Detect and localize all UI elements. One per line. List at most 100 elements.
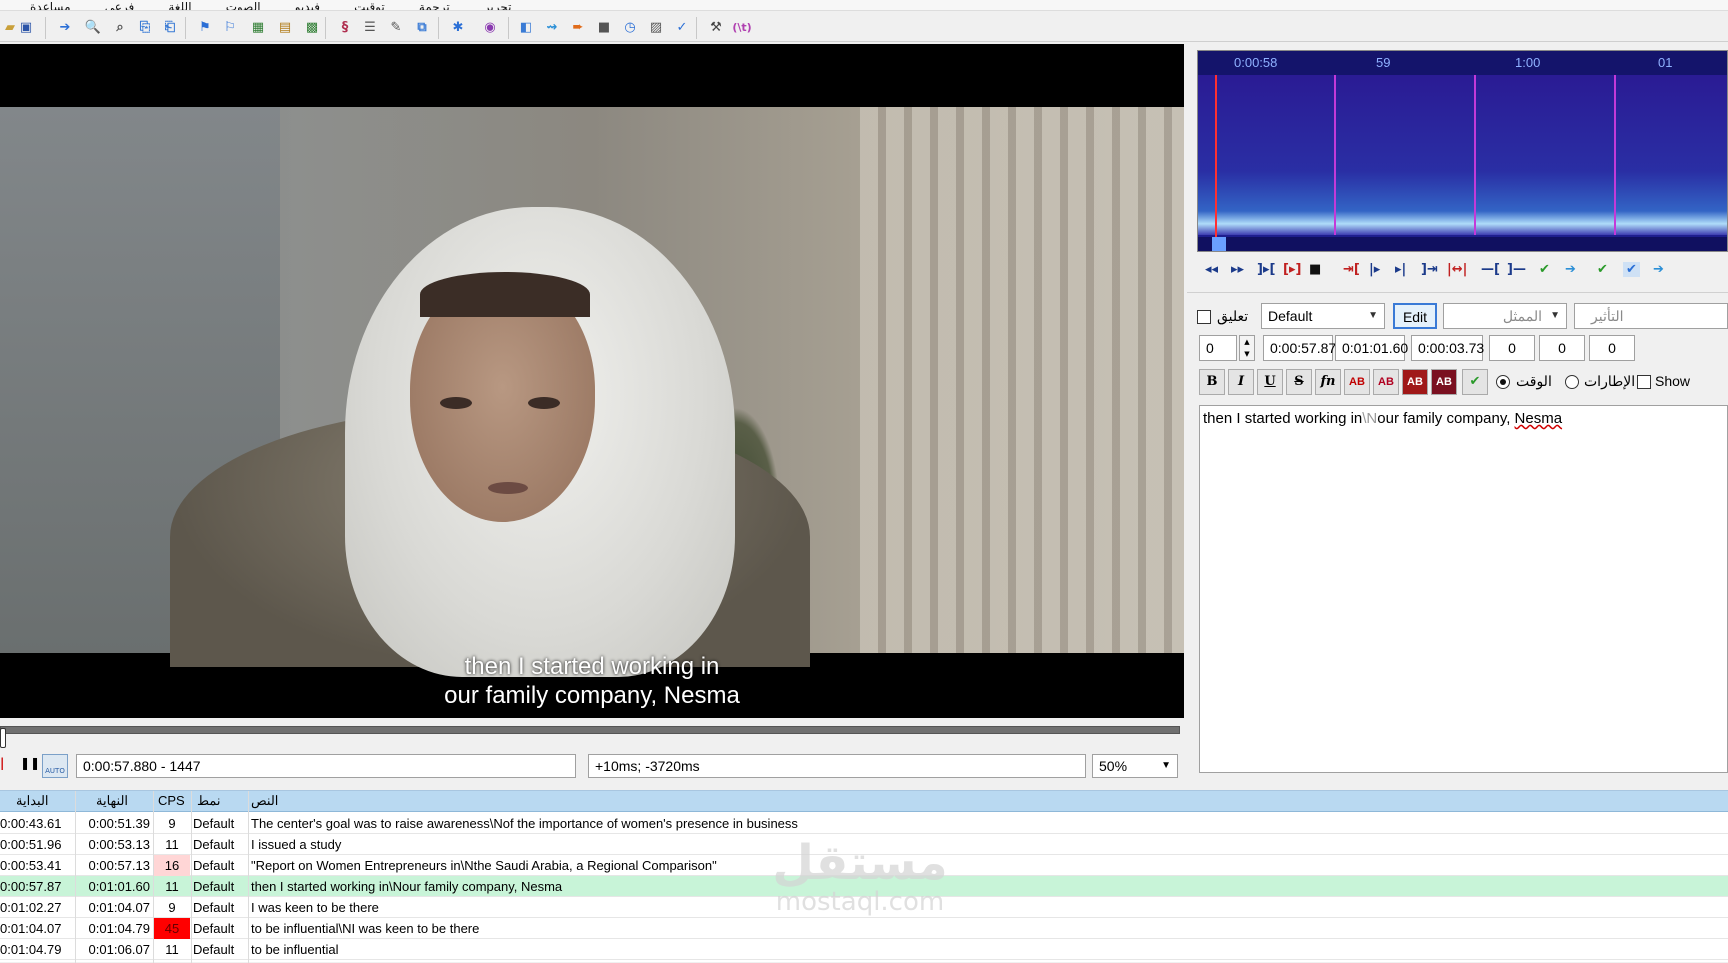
flag-down-icon[interactable]: ⚐: [220, 17, 240, 37]
menu-audio[interactable]: الصوت: [226, 1, 261, 10]
cell-end: 0:01:06.07: [88, 942, 150, 957]
seek-handle[interactable]: [0, 728, 6, 748]
table-icon[interactable]: ▩: [302, 17, 322, 37]
audio-scroll-thumb[interactable]: [1212, 237, 1226, 251]
audio-spectrum[interactable]: 0:00:58 59 1:00 01: [1197, 50, 1728, 252]
actor-select[interactable]: الممثل ▼: [1443, 303, 1567, 329]
find-icon[interactable]: 🔍: [83, 17, 103, 37]
zoom-select[interactable]: 50% ▼: [1092, 754, 1178, 778]
margin-right-input[interactable]: 0: [1539, 335, 1585, 361]
bold-button[interactable]: B: [1199, 369, 1225, 395]
flag-icon[interactable]: ⚑: [195, 17, 215, 37]
menu-help[interactable]: مساعدة: [30, 1, 71, 10]
pencil-icon[interactable]: ✎: [386, 17, 406, 37]
strikeout-button[interactable]: S: [1286, 369, 1312, 395]
video-time-display[interactable]: 0:00:57.880 - 1447: [76, 754, 576, 778]
go-to-icon[interactable]: ➔: [1565, 262, 1576, 277]
secondary-color-button[interactable]: AB: [1373, 369, 1399, 395]
edit-style-button[interactable]: Edit: [1393, 303, 1437, 329]
seek-bar[interactable]: [0, 726, 1180, 734]
lead-out-icon[interactable]: ]—: [1507, 262, 1526, 277]
outline-color-button[interactable]: AB: [1402, 369, 1428, 395]
layer-input[interactable]: 0: [1199, 335, 1237, 361]
find-replace-icon[interactable]: ⌕: [110, 17, 130, 37]
layer-spinner[interactable]: ▲ ▼: [1239, 335, 1255, 361]
table-row[interactable]: 0:01:04.79 0:01:06.07 11 Default to be influ…: [0, 939, 1728, 960]
save-icon[interactable]: ▣: [16, 17, 36, 37]
menu-sub[interactable]: فرعي: [105, 1, 135, 10]
auto-next-icon[interactable]: ✔: [1623, 262, 1640, 277]
play-before-icon[interactable]: ⇥[: [1343, 262, 1360, 277]
jump-to-icon[interactable]: ➔: [55, 17, 75, 37]
start-time-input[interactable]: 0:00:57.87: [1263, 335, 1336, 361]
film-icon[interactable]: ▤: [275, 17, 295, 37]
underline-button[interactable]: U: [1257, 369, 1283, 395]
commit-icon[interactable]: ✔: [1539, 262, 1550, 277]
show-original-checkbox[interactable]: [1637, 375, 1651, 389]
play-end-icon[interactable]: ▸|: [1395, 262, 1406, 277]
audio-scrollbar[interactable]: [1198, 237, 1727, 251]
frames-radio[interactable]: [1565, 375, 1579, 389]
table-row[interactable]: 0:00:43.61 0:00:51.39 9 Default The center's…: [0, 813, 1728, 834]
stop-audio-icon[interactable]: ■: [1309, 262, 1321, 277]
video-display[interactable]: then I started working in our family com…: [0, 44, 1184, 718]
spellcheck-icon[interactable]: ✓: [672, 17, 692, 37]
menu-language[interactable]: اللغة: [168, 1, 191, 10]
menu-video[interactable]: فيديو: [295, 1, 320, 10]
automation-icon[interactable]: ✱: [448, 17, 468, 37]
arrow-right-icon[interactable]: ➨: [568, 17, 588, 37]
fonts-collector-icon[interactable]: ◉: [480, 17, 500, 37]
commit-button[interactable]: ✔: [1462, 369, 1488, 395]
play-start-icon[interactable]: |▸: [1369, 262, 1380, 277]
video-offset-display[interactable]: +10ms; -3720ms: [588, 754, 1086, 778]
variables-icon[interactable]: (\t): [732, 17, 752, 37]
effect-input[interactable]: التأثير: [1574, 303, 1728, 329]
menu-edit[interactable]: تحرير: [484, 1, 512, 10]
italic-button[interactable]: I: [1228, 369, 1254, 395]
play-to-end-icon[interactable]: |↔|: [1447, 262, 1467, 277]
timer-icon[interactable]: ◷: [620, 17, 640, 37]
auto-scroll-audio-icon[interactable]: ➔: [1653, 262, 1664, 277]
play-after-icon[interactable]: ]⇥: [1421, 262, 1438, 277]
stop-icon[interactable]: ■: [594, 17, 614, 37]
audio-start-marker[interactable]: [1215, 75, 1217, 245]
pause-icon[interactable]: ❚❚: [20, 756, 40, 770]
subtitle-text-editor[interactable]: then I started working in\Nour family co…: [1199, 405, 1728, 773]
auto-commit-icon[interactable]: ✔: [1597, 262, 1608, 277]
primary-color-button[interactable]: AB: [1344, 369, 1370, 395]
menu-subtitle[interactable]: ترجمة: [419, 1, 450, 10]
grid-icon[interactable]: ▦: [248, 17, 268, 37]
shadow-color-button[interactable]: AB: [1431, 369, 1457, 395]
style-select[interactable]: Default ▼: [1261, 303, 1385, 329]
stop-play-icon[interactable]: |: [0, 756, 4, 770]
kanji-timer-icon[interactable]: ▨: [646, 17, 666, 37]
menu-timing[interactable]: توقيت: [354, 1, 385, 10]
next-line-icon[interactable]: ▸▸: [1231, 262, 1244, 277]
prev-line-icon[interactable]: ◂◂: [1205, 262, 1218, 277]
font-button[interactable]: fn: [1315, 369, 1341, 395]
duplicate-icon[interactable]: ⧉: [412, 17, 432, 37]
script-icon[interactable]: §: [335, 17, 355, 37]
lead-in-icon[interactable]: —[: [1481, 262, 1500, 277]
resample-icon[interactable]: ◧: [516, 17, 536, 37]
header-style[interactable]: نمط: [197, 793, 220, 809]
tools-icon[interactable]: ⚒: [706, 17, 726, 37]
margin-left-input[interactable]: 0: [1489, 335, 1535, 361]
end-time-input[interactable]: 0:01:01.60: [1335, 335, 1408, 361]
duration-input[interactable]: 0:00:03.73: [1411, 335, 1484, 361]
play-selection-icon[interactable]: ]▸[: [1257, 262, 1275, 277]
table-row[interactable]: 0:01:04.07 0:01:04.79 45 Default to be influ…: [0, 918, 1728, 939]
copy-style-icon[interactable]: ⎘: [135, 17, 155, 37]
paste-style-icon[interactable]: ⎗: [160, 17, 180, 37]
comment-checkbox[interactable]: [1197, 310, 1211, 324]
margin-vertical-input[interactable]: 0: [1589, 335, 1635, 361]
auto-scroll-icon[interactable]: AUTO: [42, 754, 68, 778]
header-end[interactable]: النهاية: [96, 793, 128, 809]
time-radio[interactable]: [1496, 375, 1510, 389]
header-cps[interactable]: CPS: [158, 793, 185, 808]
notes-icon[interactable]: ☰: [360, 17, 380, 37]
play-line-icon[interactable]: [▸]: [1283, 262, 1301, 277]
header-text[interactable]: النص: [251, 793, 278, 809]
shift-times-icon[interactable]: ⇝: [542, 17, 562, 37]
header-start[interactable]: البداية: [16, 793, 49, 809]
